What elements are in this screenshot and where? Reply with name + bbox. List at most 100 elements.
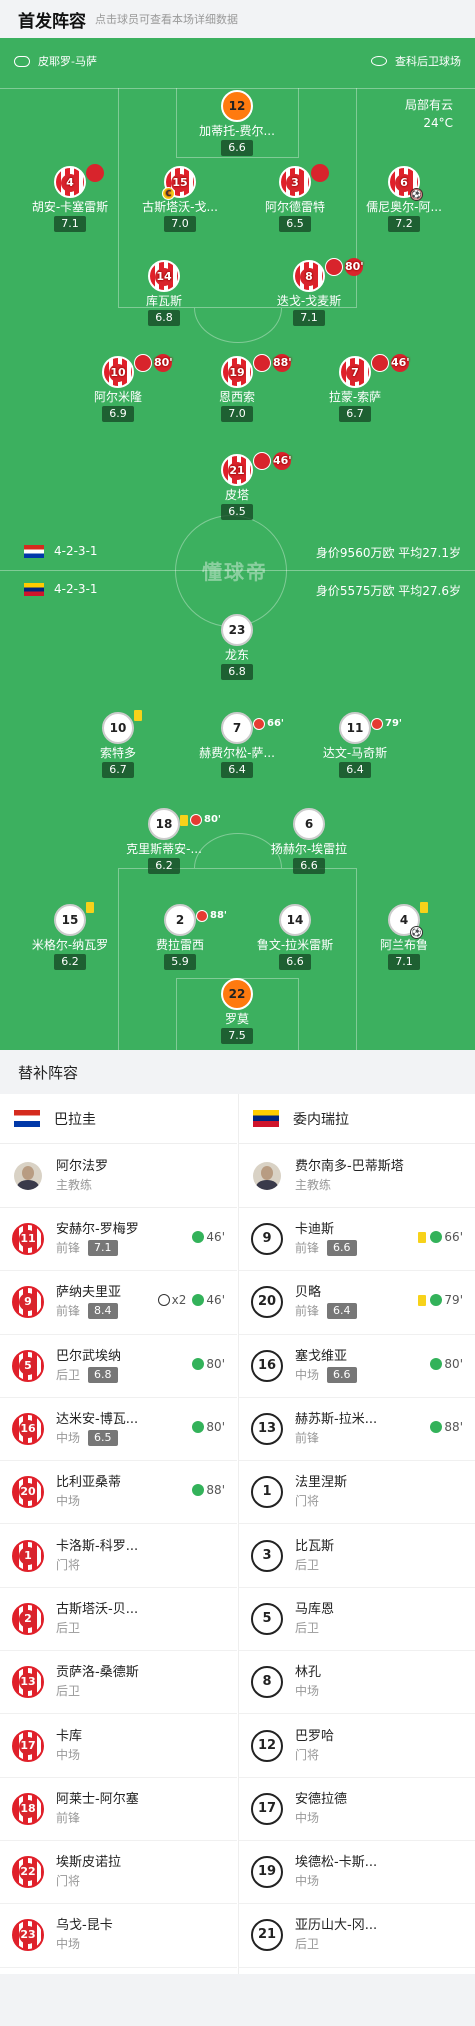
sub-minute: 80' xyxy=(444,1356,463,1371)
sub-player-row[interactable]: 20 比利亚桑蒂 中场 88' xyxy=(0,1461,237,1525)
sub-player-row[interactable]: 9 卡迪斯 前锋 6.6 66' xyxy=(239,1208,475,1272)
sub-player-row[interactable]: 21 亚历山大-冈... 后卫 xyxy=(239,1904,475,1968)
sub-player-row[interactable]: 13 贡萨洛-桑德斯 后卫 xyxy=(0,1651,237,1715)
player-home-cb1[interactable]: 15 C 古斯塔沃-戈... 7.0 xyxy=(125,166,235,232)
player-away-rb[interactable]: 4 ⚽ 阿兰布鲁 7.1 xyxy=(349,902,459,970)
sub-player-row[interactable]: 3 比瓦斯 后卫 xyxy=(239,1524,475,1588)
player-away-am1[interactable]: 10 索特多 6.7 xyxy=(63,710,173,778)
home-team-row: 巴拉圭 xyxy=(0,1094,237,1144)
sub-on-icon xyxy=(192,1294,205,1307)
sub-off-icon xyxy=(134,354,152,372)
sub-player-row[interactable]: 17 安德拉德 中场 xyxy=(239,1778,475,1841)
player-rating: 6.8 xyxy=(88,1366,118,1383)
sub-player-row[interactable]: 1 法里涅斯 门将 xyxy=(239,1461,475,1525)
player-away-am3[interactable]: 11 79' 达文-马奇斯 6.4 xyxy=(300,712,410,778)
jersey-number: 20 xyxy=(19,1483,37,1502)
sub-off-event: 46' xyxy=(371,354,410,372)
sub-event: x2 46' xyxy=(157,1293,225,1307)
sub-on-icon xyxy=(430,1357,443,1370)
jersey-number: 10 xyxy=(109,721,127,735)
sub-player-row[interactable]: 22 埃斯皮诺拉 门将 xyxy=(0,1841,237,1905)
jersey-number: 7 xyxy=(346,364,364,382)
sub-off-icon xyxy=(371,718,383,730)
formation-text: 4-2-3-1 xyxy=(54,582,98,596)
goal-icon xyxy=(157,1294,170,1307)
away-subs-column: 委内瑞拉 费尔南多-巴蒂斯塔 主教练 9 卡迪斯 前锋 6.6 66' 20 贝略 前锋 6.4 7… xyxy=(238,1094,475,1974)
yellow-card-icon xyxy=(134,710,144,721)
referee-name: 皮耶罗-马萨 xyxy=(38,55,97,68)
sub-player-row[interactable]: 23 乌戈-昆卡 中场 xyxy=(0,1904,237,1968)
away-coach[interactable]: 费尔南多-巴蒂斯塔 主教练 xyxy=(239,1144,475,1208)
jersey-number: 13 xyxy=(19,1673,37,1692)
player-name: 皮塔 xyxy=(224,488,249,502)
player-home-am1[interactable]: 10 80' 阿尔米隆 6.9 xyxy=(63,354,173,422)
jersey-number: 17 xyxy=(19,1736,37,1755)
player-name: 比瓦斯 xyxy=(295,1538,335,1554)
player-position: 门将 xyxy=(56,1557,81,1572)
player-home-dm2[interactable]: 8 80' 迭戈-戈麦斯 7.1 xyxy=(254,258,364,326)
sub-event: 79' xyxy=(418,1293,463,1307)
lineup-subtitle: 点击球员可查看本场详细数据 xyxy=(95,13,238,26)
sub-player-row[interactable]: 9 萨纳夫里亚 前锋 8.4 x2 46' xyxy=(0,1271,237,1335)
sub-player-row[interactable]: 11 安赫尔-罗梅罗 前锋 7.1 46' xyxy=(0,1208,237,1272)
sub-player-row[interactable]: 8 林孔 中场 xyxy=(239,1651,475,1715)
player-position: 前锋 xyxy=(56,1304,81,1319)
captain-icon: C xyxy=(162,187,175,200)
player-away-cb1[interactable]: 2 88' 费拉雷西 5.9 xyxy=(125,904,235,970)
sub-player-row[interactable]: 19 埃德松-卡斯... 中场 xyxy=(239,1841,475,1905)
sub-player-row[interactable]: 2 古斯塔沃-贝... 后卫 xyxy=(0,1588,237,1652)
sub-player-row[interactable]: 12 巴罗哈 门将 xyxy=(239,1714,475,1778)
sub-player-row[interactable]: 18 阿莱士-阿尔塞 前锋 xyxy=(0,1778,237,1841)
player-home-lb[interactable]: 4 胡安-卡塞雷斯 7.1 xyxy=(15,164,125,232)
sub-player-row[interactable]: 16 塞戈维亚 中场 6.6 80' xyxy=(239,1335,475,1398)
sub-off-icon xyxy=(371,354,389,372)
jersey-icon: 8 xyxy=(251,1666,283,1699)
player-name: 拉蒙-索萨 xyxy=(328,390,382,404)
jersey-icon: 6 xyxy=(293,808,325,840)
player-name: 安赫尔-罗梅罗 xyxy=(56,1222,139,1238)
player-name: 卡迪斯 xyxy=(295,1222,335,1238)
player-away-cb2[interactable]: 14 鲁文-拉米雷斯 6.6 xyxy=(240,904,350,970)
jersey-number: 19 xyxy=(228,364,246,382)
sub-player-row[interactable]: 5 巴尔武埃纳 后卫 6.8 80' xyxy=(0,1335,237,1398)
player-home-am3[interactable]: 7 46' 拉蒙-索萨 6.7 xyxy=(300,354,410,422)
team-name: 委内瑞拉 xyxy=(293,1111,349,1128)
player-away-am2[interactable]: 7 66' 赫费尔松-萨... 6.4 xyxy=(182,712,292,778)
player-rating: 6.7 xyxy=(339,406,371,422)
player-rating: 6.4 xyxy=(327,1303,357,1320)
player-away-lb[interactable]: 15 米格尔-纳瓦罗 6.2 xyxy=(15,902,125,970)
player-away-dm1[interactable]: 18 80' 克里斯蒂安-... 6.2 xyxy=(109,808,221,874)
player-home-st[interactable]: 21 46' 皮塔 6.5 xyxy=(182,452,292,520)
sub-event: 66' xyxy=(418,1230,463,1244)
home-coach[interactable]: 阿尔法罗 主教练 xyxy=(0,1144,237,1208)
sub-player-row[interactable]: 5 马库恩 后卫 xyxy=(239,1588,475,1652)
player-home-dm1[interactable]: 14 库瓦斯 6.8 xyxy=(109,260,219,326)
player-away-dm2[interactable]: 6 扬赫尔-埃雷拉 6.6 xyxy=(254,808,364,874)
sub-player-row[interactable]: 16 达米安-博瓦... 中场 6.5 80' xyxy=(0,1398,237,1462)
player-home-am2[interactable]: 19 88' 恩西索 7.0 xyxy=(182,354,292,422)
jersey-number: 8 xyxy=(300,268,318,286)
jersey-icon: 23 xyxy=(12,1919,44,1952)
sub-player-row[interactable]: 1 卡洛斯-科罗... 门将 xyxy=(0,1524,237,1588)
sub-off-icon xyxy=(253,354,271,372)
sub-event: 46' xyxy=(192,1230,225,1244)
sub-event: 80' xyxy=(192,1357,225,1371)
player-name: 迭戈-戈麦斯 xyxy=(276,294,342,308)
lineup-header: 首发阵容 点击球员可查看本场详细数据 xyxy=(0,0,475,38)
player-home-rb[interactable]: 6 ⚽ 儒尼奥尔-阿... 7.2 xyxy=(349,166,459,232)
jersey-icon: 6 ⚽ xyxy=(388,166,423,201)
player-home-cb2[interactable]: 3 阿尔德雷特 6.5 xyxy=(240,164,350,232)
goal-icon: ⚽ xyxy=(410,926,423,939)
player-away-gk[interactable]: 22 罗莫 7.5 xyxy=(182,978,292,1044)
sub-player-row[interactable]: 20 贝略 前锋 6.4 79' xyxy=(239,1271,475,1335)
player-home-gk[interactable]: 12 加蒂托-费尔... 6.6 xyxy=(182,90,292,156)
sub-player-row[interactable]: 13 赫苏斯-拉米... 前锋 88' xyxy=(239,1398,475,1462)
coach-name: 阿尔法罗 xyxy=(56,1158,109,1174)
sub-event: 88' xyxy=(430,1420,463,1434)
player-name: 林孔 xyxy=(295,1665,322,1681)
away-value: 身价5575万欧 平均27.6岁 xyxy=(315,584,461,598)
sub-player-row[interactable]: 17 卡库 中场 xyxy=(0,1714,237,1778)
player-name: 安德拉德 xyxy=(295,1791,348,1807)
player-rating: 6.2 xyxy=(148,858,180,874)
player-away-st[interactable]: 23 龙东 6.8 xyxy=(182,614,292,680)
